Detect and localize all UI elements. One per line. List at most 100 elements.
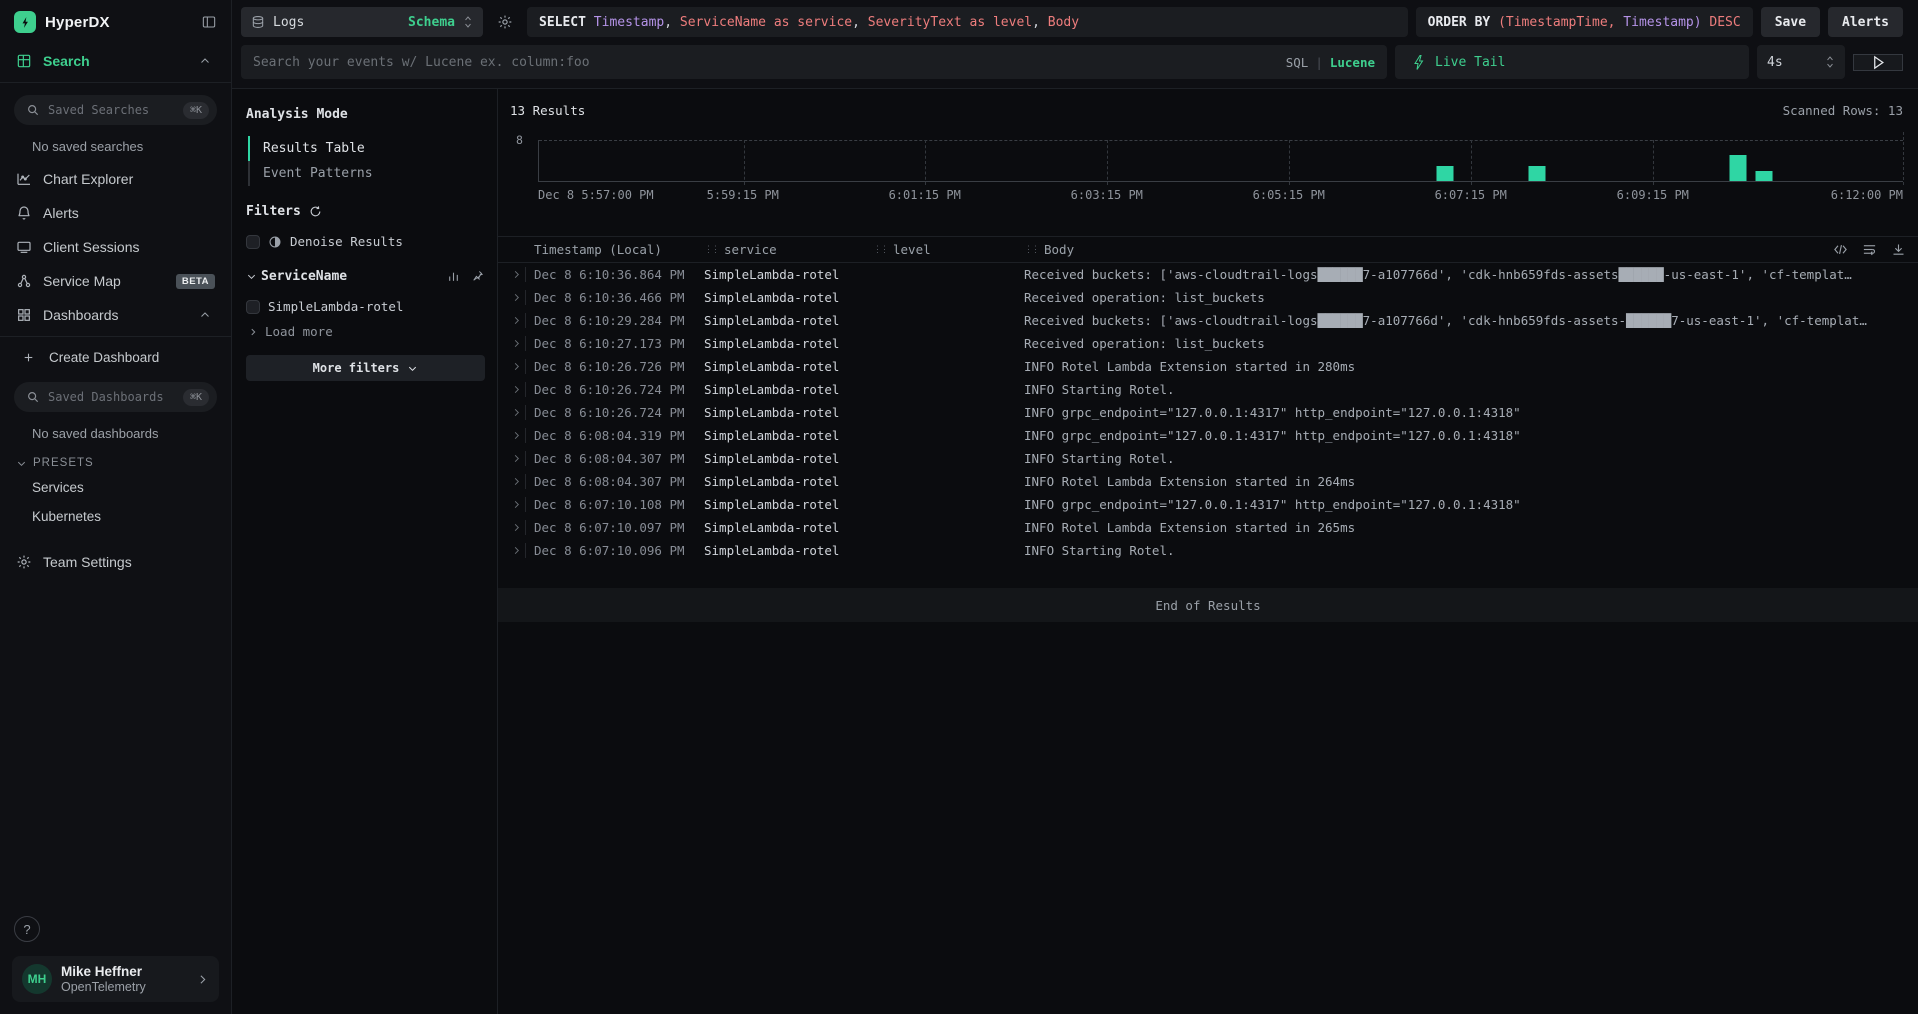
wrap-lines-icon[interactable] <box>1862 242 1877 257</box>
table-row[interactable]: Dec 8 6:10:26.724 PMSimpleLambda-rotelIN… <box>498 401 1918 424</box>
search-section-icon <box>16 53 32 69</box>
alerts-button[interactable]: Alerts <box>1828 7 1903 37</box>
event-search-box[interactable]: SQL | Lucene <box>241 45 1387 79</box>
help-button[interactable]: ? <box>14 916 40 942</box>
column-header-level[interactable]: ⋮⋮level <box>873 242 1024 257</box>
chart-x-tick-label: 6:05:15 PM <box>1253 188 1325 202</box>
sidebar-item-service-map[interactable]: Service Map BETA <box>0 264 231 298</box>
language-toggle-lucene[interactable]: Lucene <box>1330 55 1375 70</box>
sidebar-item-team-settings[interactable]: Team Settings <box>0 545 231 579</box>
column-header-timestamp[interactable]: Timestamp (Local) <box>534 242 704 257</box>
facet-pin-icon[interactable] <box>472 270 485 283</box>
drag-handle-icon[interactable]: ⋮⋮ <box>1024 245 1038 255</box>
brand-name: HyperDX <box>45 14 192 31</box>
chevron-up-icon[interactable] <box>199 55 215 67</box>
sidebar-item-chart-explorer[interactable]: Chart Explorer <box>0 162 231 196</box>
sidebar-item-alerts[interactable]: Alerts <box>0 196 231 230</box>
table-row[interactable]: Dec 8 6:10:27.173 PMSimpleLambda-rotelRe… <box>498 332 1918 355</box>
drag-handle-icon[interactable]: ⋮⋮ <box>704 245 718 255</box>
select-clause-input[interactable]: SELECT Timestamp, ServiceName as service… <box>527 7 1408 37</box>
denoise-checkbox[interactable] <box>246 235 260 249</box>
more-filters-button[interactable]: More filters <box>246 355 485 381</box>
facet-chart-icon[interactable] <box>447 270 460 283</box>
sql-keyword: SELECT <box>539 15 594 30</box>
saved-dashboards-input[interactable] <box>48 390 175 404</box>
avatar: MH <box>22 964 52 994</box>
chart-bar <box>1529 166 1546 181</box>
mode-results-table[interactable]: Results Table <box>248 136 485 161</box>
sql-token: ServiceName as service <box>680 15 852 30</box>
download-icon[interactable] <box>1891 242 1906 257</box>
table-row[interactable]: Dec 8 6:10:26.724 PMSimpleLambda-rotelIN… <box>498 378 1918 401</box>
drag-handle-icon[interactable]: ⋮⋮ <box>873 245 887 255</box>
chart-gridline <box>1289 140 1290 185</box>
preset-item-kubernetes[interactable]: Kubernetes <box>0 502 231 531</box>
preset-item-services[interactable]: Services <box>0 473 231 502</box>
cell-service: SimpleLambda-rotel <box>704 474 873 489</box>
table-row[interactable]: Dec 8 6:10:36.466 PMSimpleLambda-rotelRe… <box>498 286 1918 309</box>
sidebar-item-search[interactable]: Search <box>0 44 231 78</box>
dashboards-icon <box>16 307 32 323</box>
cell-timestamp: Dec 8 6:10:36.466 PM <box>525 290 704 305</box>
saved-searches-search[interactable]: ⌘K <box>14 95 217 125</box>
refresh-interval-select[interactable]: 4s <box>1757 45 1845 79</box>
facet-value-row[interactable]: SimpleLambda-rotel <box>246 299 485 314</box>
cell-service: SimpleLambda-rotel <box>704 336 873 351</box>
cell-body: Received buckets: ['aws-cloudtrail-logs█… <box>1024 267 1918 282</box>
facet-value-checkbox[interactable] <box>246 300 260 314</box>
table-row[interactable]: Dec 8 6:07:10.096 PMSimpleLambda-rotelIN… <box>498 539 1918 562</box>
table-row[interactable]: Dec 8 6:10:26.726 PMSimpleLambda-rotelIN… <box>498 355 1918 378</box>
sidebar-collapse-icon[interactable] <box>201 14 217 30</box>
language-toggle-sql[interactable]: SQL <box>1286 55 1309 70</box>
facet-servicename[interactable]: ServiceName <box>246 269 485 284</box>
source-select[interactable]: Logs Schema <box>241 7 483 37</box>
presets-toggle[interactable]: PRESETS <box>0 449 231 473</box>
sidebar-item-dashboards[interactable]: Dashboards <box>0 298 231 332</box>
facet-name: ServiceName <box>261 269 347 284</box>
table-row[interactable]: Dec 8 6:08:04.307 PMSimpleLambda-rotelIN… <box>498 447 1918 470</box>
denoise-results-option[interactable]: Denoise Results <box>246 234 485 249</box>
load-more-button[interactable]: Load more <box>248 324 485 339</box>
chevron-up-icon[interactable] <box>199 309 215 321</box>
analysis-mode-heading: Analysis Mode <box>246 107 485 122</box>
run-query-play-button[interactable] <box>1853 54 1903 71</box>
sidebar-item-client-sessions[interactable]: Client Sessions <box>0 230 231 264</box>
refresh-icon[interactable] <box>309 205 322 218</box>
chart-gridline <box>1107 140 1108 185</box>
chart-bar <box>1755 171 1772 181</box>
chart-explorer-icon <box>16 171 32 187</box>
order-by-input[interactable]: ORDER BY (TimestampTime, Timestamp) DESC <box>1416 7 1753 37</box>
table-row[interactable]: Dec 8 6:07:10.108 PMSimpleLambda-rotelIN… <box>498 493 1918 516</box>
table-row[interactable]: Dec 8 6:07:10.097 PMSimpleLambda-rotelIN… <box>498 516 1918 539</box>
table-row[interactable]: Dec 8 6:08:04.319 PMSimpleLambda-rotelIN… <box>498 424 1918 447</box>
chart-x-labels: Dec 8 5:57:00 PM5:59:15 PM6:01:15 PM6:03… <box>538 186 1903 206</box>
beta-badge: BETA <box>176 274 215 289</box>
chart-x-tick-label: 5:59:15 PM <box>707 188 779 202</box>
column-header-service[interactable]: ⋮⋮service <box>704 242 873 257</box>
half-circle-icon <box>268 235 282 249</box>
cell-body: INFO Rotel Lambda Extension started in 2… <box>1024 520 1918 535</box>
saved-dashboards-search[interactable]: ⌘K <box>14 382 217 412</box>
user-menu[interactable]: MH Mike Heffner OpenTelemetry <box>12 956 219 1002</box>
event-search-input[interactable] <box>253 55 1276 70</box>
cell-timestamp: Dec 8 6:08:04.307 PM <box>525 474 704 489</box>
source-label: Logs <box>273 15 304 30</box>
results-table: Timestamp (Local) ⋮⋮service ⋮⋮level ⋮⋮Bo… <box>498 236 1918 562</box>
create-dashboard-button[interactable]: Create Dashboard <box>0 341 231 374</box>
no-saved-searches-note: No saved searches <box>0 131 231 162</box>
column-header-body[interactable]: ⋮⋮Body <box>1024 242 1814 257</box>
table-row[interactable]: Dec 8 6:08:04.307 PMSimpleLambda-rotelIN… <box>498 470 1918 493</box>
query-settings-gear-icon[interactable] <box>491 8 519 36</box>
live-tail-button[interactable]: Live Tail <box>1395 45 1749 79</box>
table-row[interactable]: Dec 8 6:10:36.864 PMSimpleLambda-rotelRe… <box>498 263 1918 286</box>
chevron-down-icon <box>246 271 257 282</box>
sidebar-item-label: Client Sessions <box>43 239 140 255</box>
load-more-label: Load more <box>265 324 333 339</box>
save-button[interactable]: Save <box>1761 7 1820 37</box>
chart-gridline <box>1471 140 1472 185</box>
mode-event-patterns[interactable]: Event Patterns <box>248 161 485 186</box>
no-saved-dashboards-note: No saved dashboards <box>0 418 231 449</box>
table-row[interactable]: Dec 8 6:10:29.284 PMSimpleLambda-rotelRe… <box>498 309 1918 332</box>
view-source-code-icon[interactable] <box>1833 242 1848 257</box>
saved-searches-input[interactable] <box>48 103 175 117</box>
